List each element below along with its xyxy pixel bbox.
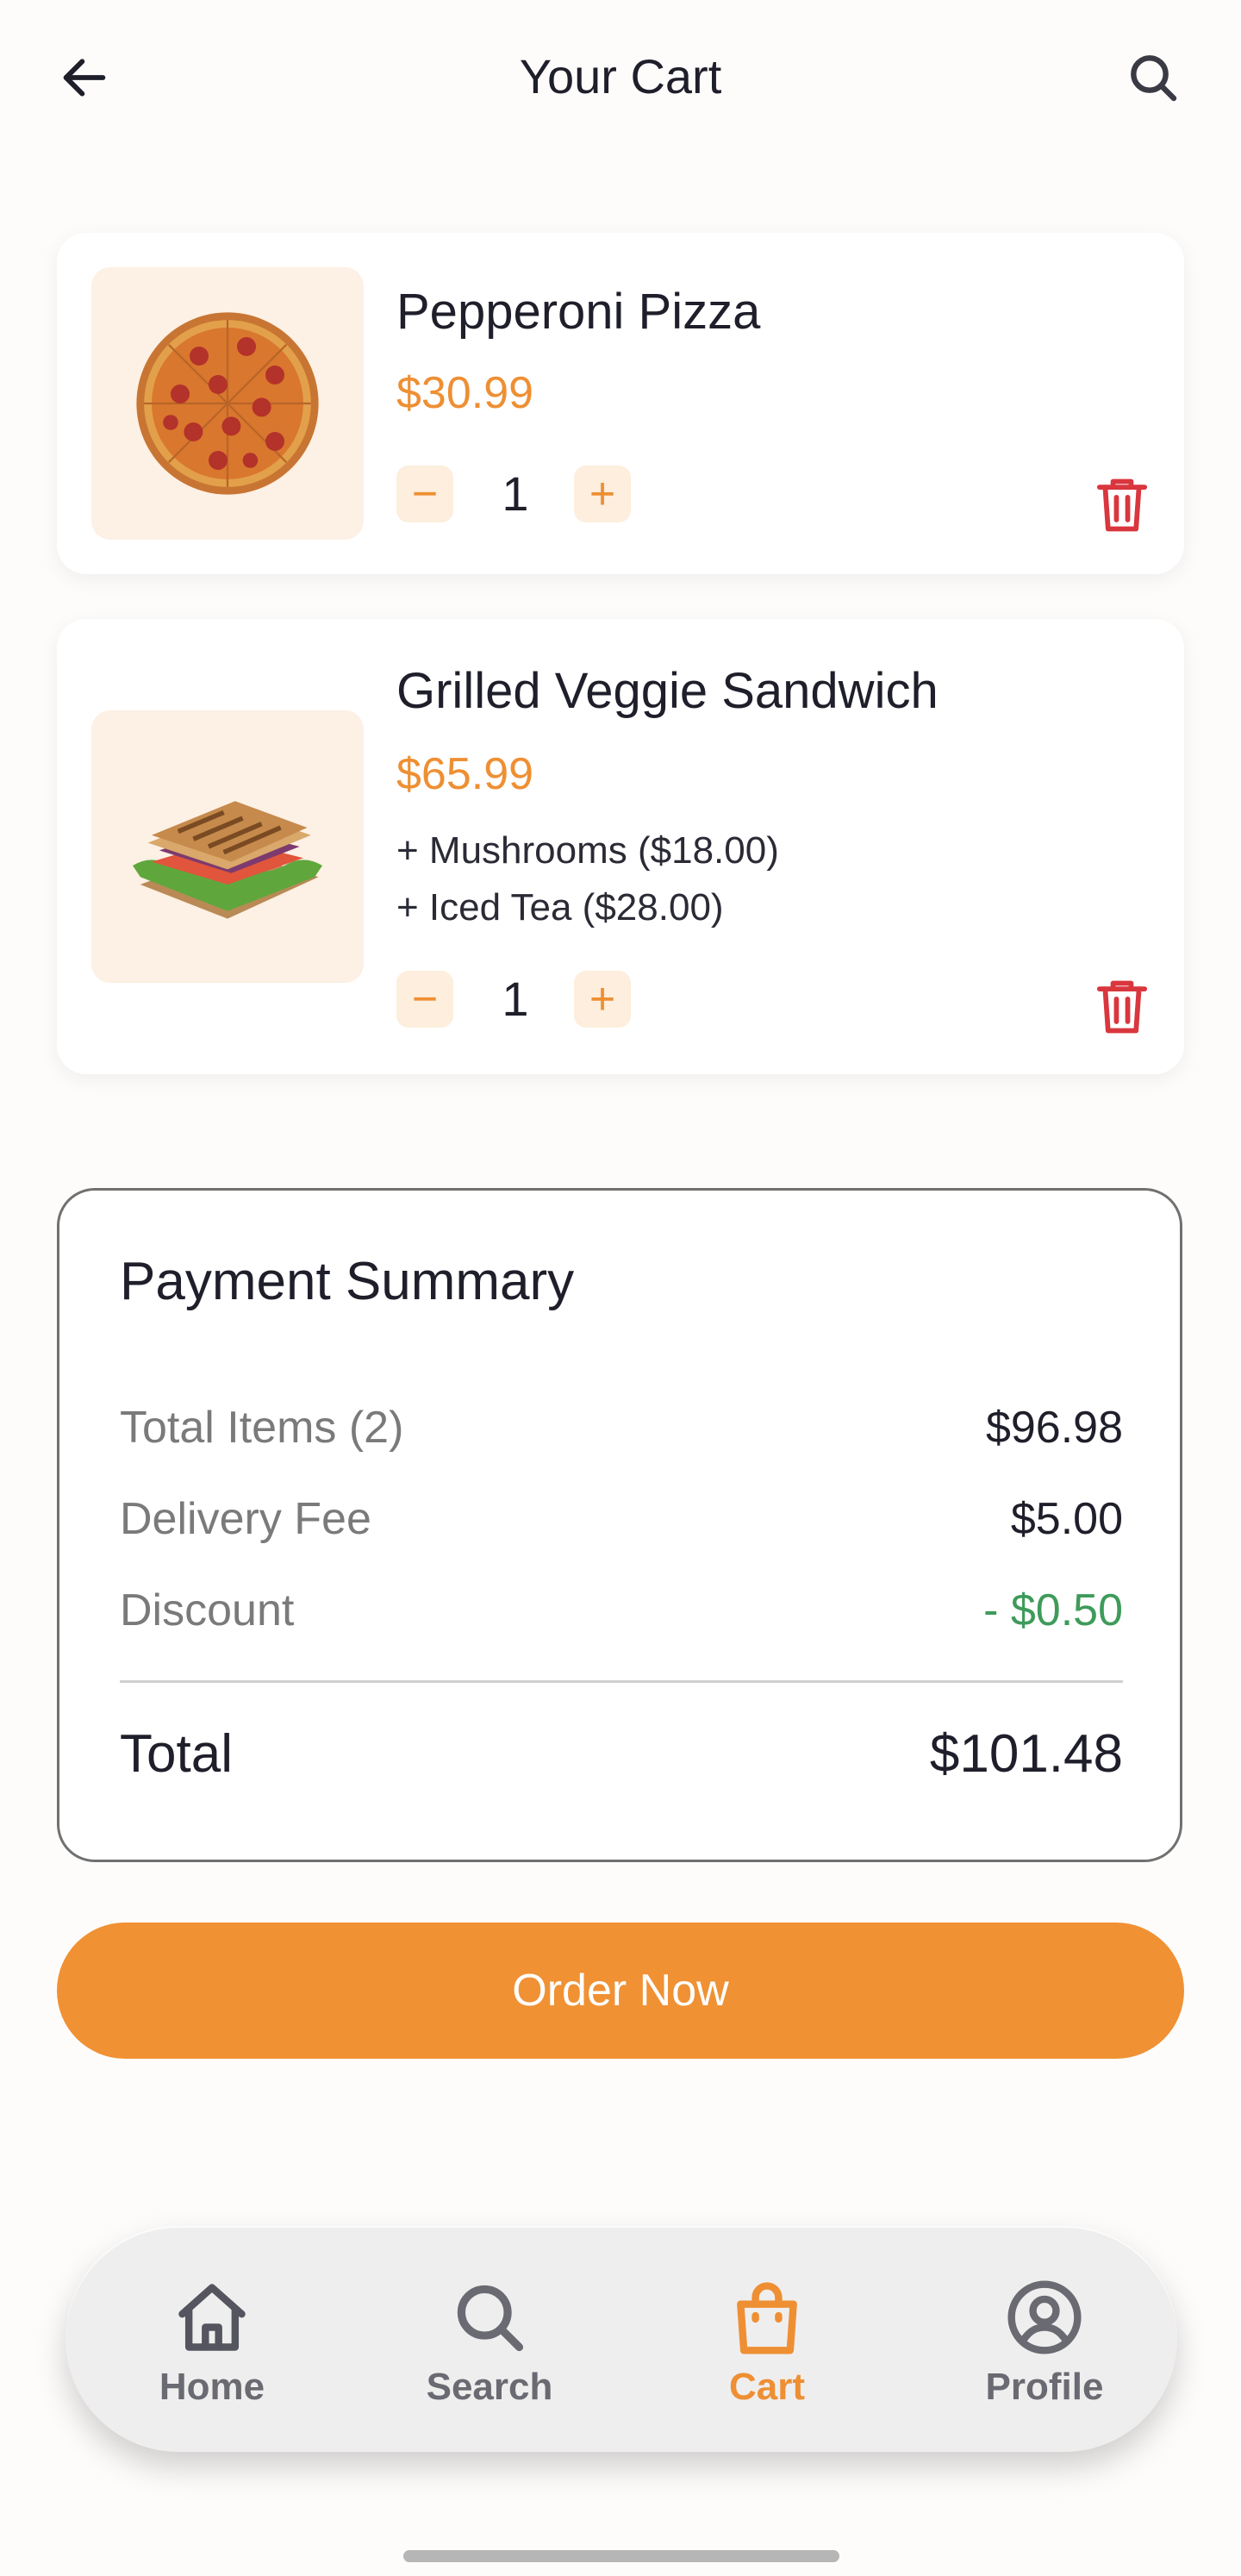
home-icon xyxy=(178,2284,246,2351)
decrease-quantity-button[interactable]: − xyxy=(396,971,453,1028)
total-value: $101.48 xyxy=(929,1724,1123,1784)
nav-item-cart[interactable]: Cart xyxy=(655,2278,879,2409)
search-icon xyxy=(1131,55,1177,102)
nav-label: Profile xyxy=(985,2366,1104,2408)
item-addon: + Mushrooms ($18.00) xyxy=(396,829,779,872)
decrease-quantity-button[interactable]: − xyxy=(396,466,453,522)
quantity-value: 1 xyxy=(502,972,529,1026)
page-title: Your Cart xyxy=(519,49,722,103)
trash-icon xyxy=(1096,478,1148,532)
payment-summary: Payment Summary Total Items (2) $96.98 D… xyxy=(57,1188,1182,1862)
item-price: $30.99 xyxy=(396,368,534,418)
sandwich-image xyxy=(91,710,364,983)
item-price: $65.99 xyxy=(396,749,534,799)
summary-divider xyxy=(120,1680,1123,1683)
nav-label: Home xyxy=(159,2366,265,2408)
user-circle-icon xyxy=(1007,2280,1082,2354)
search-button[interactable] xyxy=(1120,45,1186,110)
total-label: Total xyxy=(120,1724,233,1784)
nav-item-home[interactable]: Home xyxy=(100,2278,324,2409)
item-name: Grilled Veggie Sandwich xyxy=(396,663,939,719)
pizza-image xyxy=(91,267,364,540)
summary-value: $96.98 xyxy=(985,1403,1123,1453)
summary-label: Total Items (2) xyxy=(120,1403,404,1453)
shopping-bag-icon xyxy=(737,2282,797,2354)
cart-item-card: Pepperoni Pizza $30.99 − 1 + xyxy=(57,233,1184,574)
nav-item-search[interactable]: Search xyxy=(377,2278,602,2409)
home-indicator xyxy=(403,2550,839,2562)
summary-title: Payment Summary xyxy=(120,1252,575,1311)
discount-value: - $0.50 xyxy=(983,1585,1123,1635)
nav-label: Cart xyxy=(728,2366,806,2408)
item-name: Pepperoni Pizza xyxy=(396,284,761,340)
increase-quantity-button[interactable]: + xyxy=(574,971,631,1028)
delete-item-button[interactable] xyxy=(1088,471,1157,540)
summary-label: Discount xyxy=(120,1585,295,1635)
search-icon xyxy=(457,2285,524,2352)
bottom-navigation: Home Search Cart Profile xyxy=(65,2226,1177,2452)
quantity-value: 1 xyxy=(502,466,529,521)
summary-value: $5.00 xyxy=(1010,1494,1123,1544)
delete-item-button[interactable] xyxy=(1088,972,1157,1041)
item-addon: + Iced Tea ($28.00) xyxy=(396,886,724,928)
summary-label: Delivery Fee xyxy=(120,1494,371,1544)
order-now-button[interactable]: Order Now xyxy=(57,1923,1184,2059)
increase-quantity-button[interactable]: + xyxy=(574,466,631,522)
cart-item-card: Grilled Veggie Sandwich $65.99 + Mushroo… xyxy=(57,619,1184,1074)
nav-label: Search xyxy=(426,2366,553,2408)
trash-icon xyxy=(1096,980,1148,1034)
nav-item-profile[interactable]: Profile xyxy=(932,2278,1157,2409)
